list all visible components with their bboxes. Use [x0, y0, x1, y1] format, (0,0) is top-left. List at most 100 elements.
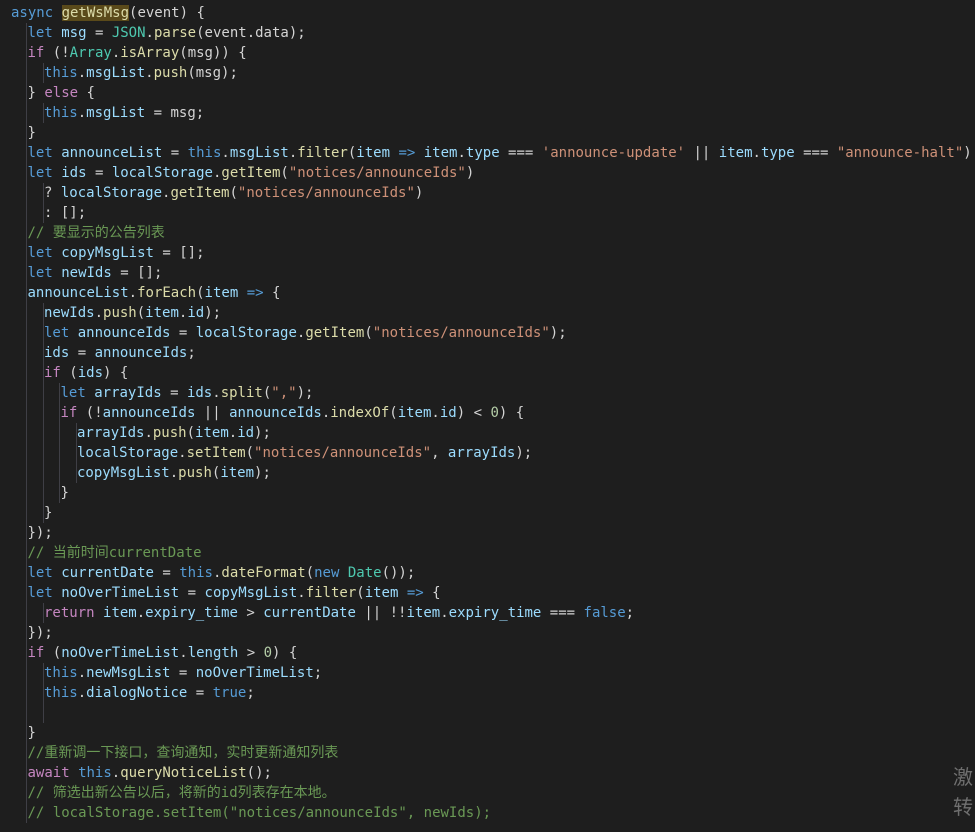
- code-line[interactable]: // 当前时间currentDate: [0, 543, 975, 563]
- code-line[interactable]: let arrayIds = ids.split(",");: [0, 383, 975, 403]
- code-token: );: [254, 465, 271, 481]
- code-line[interactable]: let copyMsgList = [];: [0, 243, 975, 263]
- code-token: }: [27, 85, 45, 101]
- code-line[interactable]: ids = announceIds;: [0, 343, 975, 363]
- code-token: .: [77, 685, 87, 701]
- indent-guide: [26, 563, 27, 583]
- code-token: let: [27, 585, 62, 601]
- code-line[interactable]: // localStorage.setItem("notices/announc…: [0, 803, 975, 823]
- code-token: newIds: [44, 305, 95, 321]
- code-line[interactable]: return item.expiry_time > currentDate ||…: [0, 603, 975, 623]
- code-line[interactable]: if (noOverTimeList.length > 0) {: [0, 643, 975, 663]
- indent-guide: [26, 763, 27, 783]
- code-line[interactable]: arrayIds.push(item.id);: [0, 423, 975, 443]
- code-token: JSON: [111, 25, 146, 41]
- code-line[interactable]: this.dialogNotice = true;: [0, 683, 975, 703]
- indent-guide: [42, 683, 44, 703]
- code-line[interactable]: let announceIds = localStorage.getItem("…: [0, 323, 975, 343]
- code-token: ());: [381, 565, 416, 581]
- code-token: announceList: [61, 145, 163, 161]
- code-line[interactable]: } else {: [0, 83, 975, 103]
- code-line[interactable]: copyMsgList.push(item);: [0, 463, 975, 483]
- code-line[interactable]: }: [0, 123, 975, 143]
- code-line[interactable]: //重新调一下接口，查询通知，实时更新通知列表: [0, 743, 975, 763]
- indent-guide: [26, 163, 27, 183]
- code-token: indexOf: [330, 405, 390, 421]
- code-token: });: [27, 625, 53, 641]
- code-line[interactable]: }: [0, 723, 975, 743]
- indent-guide: [42, 63, 44, 83]
- code-token: .: [136, 605, 146, 621]
- code-token: this: [44, 665, 78, 681]
- indent-guide: [42, 663, 44, 683]
- code-token: .: [321, 405, 331, 421]
- code-line[interactable]: let announceList = this.msgList.filter(i…: [0, 143, 975, 163]
- code-token: Array: [69, 45, 112, 61]
- code-line[interactable]: ? localStorage.getItem("notices/announce…: [0, 183, 975, 203]
- code-token: else: [44, 85, 87, 101]
- code-token: (: [52, 645, 62, 661]
- code-token: }: [27, 125, 36, 141]
- code-token: item: [718, 145, 753, 161]
- code-token: (!: [85, 405, 103, 421]
- code-line[interactable]: async getWsMsg(event) {: [0, 3, 975, 23]
- code-token: .: [111, 765, 121, 781]
- code-token: {: [86, 85, 95, 101]
- indent-guide: [59, 483, 60, 503]
- code-token: =>: [246, 285, 264, 301]
- code-line[interactable]: // 要显示的公告列表: [0, 223, 975, 243]
- code-token: let: [27, 265, 62, 281]
- code-token: : [];: [44, 205, 87, 221]
- code-line[interactable]: let newIds = [];: [0, 263, 975, 283]
- code-line[interactable]: });: [0, 623, 975, 643]
- code-token: (: [229, 185, 238, 201]
- indent-guide: [26, 203, 27, 223]
- code-line[interactable]: this.msgList = msg;: [0, 103, 975, 123]
- code-line[interactable]: localStorage.setItem("notices/announceId…: [0, 443, 975, 463]
- code-line[interactable]: this.newMsgList = noOverTimeList;: [0, 663, 975, 683]
- code-token: getItem: [170, 185, 230, 201]
- indent-guide: [42, 443, 44, 463]
- code-token: msgList: [86, 65, 146, 81]
- code-token: (msg)) {: [179, 45, 247, 61]
- code-line[interactable]: });: [0, 523, 975, 543]
- code-line[interactable]: announceList.forEach(item => {: [0, 283, 975, 303]
- code-line[interactable]: [0, 703, 975, 723]
- code-token: newIds: [61, 265, 112, 281]
- indent-guide: [26, 303, 27, 323]
- code-line[interactable]: let msg = JSON.parse(event.data);: [0, 23, 975, 43]
- code-line[interactable]: let noOverTimeList = copyMsgList.filter(…: [0, 583, 975, 603]
- indent-guide: [42, 303, 44, 323]
- code-token: "notices/announceIds": [237, 185, 415, 201]
- code-line[interactable]: }: [0, 483, 975, 503]
- code-token: (: [69, 365, 78, 381]
- code-line[interactable]: newIds.push(item.id);: [0, 303, 975, 323]
- code-token: msgList: [229, 145, 289, 161]
- code-token: .: [440, 605, 449, 621]
- code-line[interactable]: // 筛选出新公告以后，将新的id列表存在本地。: [0, 783, 975, 803]
- code-line[interactable]: if (!announceIds || announceIds.indexOf(…: [0, 403, 975, 423]
- code-token: .: [212, 385, 221, 401]
- code-line[interactable]: if (!Array.isArray(msg)) {: [0, 43, 975, 63]
- code-line[interactable]: await this.queryNoticeList();: [0, 763, 975, 783]
- code-line[interactable]: this.msgList.push(msg);: [0, 63, 975, 83]
- code-token: 0: [490, 405, 499, 421]
- code-line[interactable]: let currentDate = this.dateFormat(new Da…: [0, 563, 975, 583]
- code-token: .: [94, 305, 104, 321]
- code-line[interactable]: }: [0, 503, 975, 523]
- code-token: "notices/announceIds": [372, 325, 550, 341]
- code-token: =: [179, 585, 205, 601]
- code-token: getWsMsg: [61, 5, 130, 21]
- code-token: if: [27, 645, 53, 661]
- indent-guide: [42, 383, 44, 403]
- code-token: item: [103, 605, 137, 621]
- indent-guide: [26, 423, 27, 443]
- code-editor[interactable]: async getWsMsg(event) {let msg = JSON.pa…: [0, 3, 975, 832]
- code-line[interactable]: let ids = localStorage.getItem("notices/…: [0, 163, 975, 183]
- code-line[interactable]: if (ids) {: [0, 363, 975, 383]
- code-line[interactable]: : [];: [0, 203, 975, 223]
- code-token: localStorage: [77, 445, 179, 461]
- indent-guide: [26, 383, 27, 403]
- code-token: );: [549, 325, 567, 341]
